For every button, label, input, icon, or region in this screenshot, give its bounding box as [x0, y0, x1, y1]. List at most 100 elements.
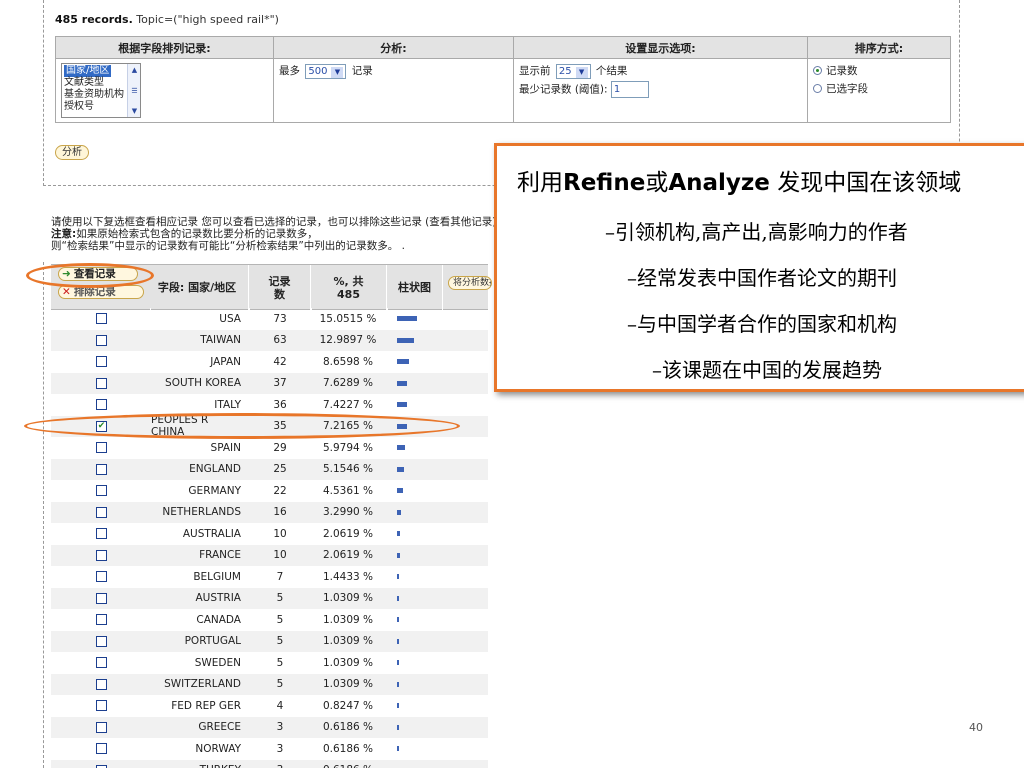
page-number: 40 — [969, 721, 983, 734]
row-checkbox[interactable] — [96, 334, 107, 346]
callout-title-analyze: Analyze — [668, 170, 770, 196]
row-checkbox[interactable] — [96, 549, 107, 561]
table-row: TAIWAN 63 12.9897 % — [51, 329, 488, 351]
options-table: 根据字段排列记录: 分析: 设置显示选项: 排序方式: 国家/地区 文献类型 基… — [55, 36, 951, 123]
results-rows: USA 73 15.0515 % TAIWAN 63 12.9897 % JAPAN 42 8.… — [51, 308, 488, 768]
row-record-count: 3 — [265, 760, 295, 768]
row-bar — [397, 746, 399, 752]
row-country-name: SPAIN — [210, 441, 241, 454]
row-record-count: 42 — [273, 355, 287, 368]
row-record-count: 5 — [276, 613, 284, 626]
row-checkbox[interactable] — [96, 356, 107, 367]
show-top-select[interactable]: 25 ▼ — [555, 63, 591, 79]
callout-box: 利用Refine或Analyze 发现中国在该领域 –引领机构,高产出,高影响力… — [494, 143, 1024, 392]
row-checkbox[interactable] — [96, 442, 107, 453]
row-record-count: 25 — [273, 463, 287, 476]
scroll-down-icon[interactable]: ▼ — [129, 106, 140, 117]
row-percent: 1.0309 % — [322, 635, 374, 648]
sort-cell: 记录数 已选字段 — [807, 58, 951, 123]
analyze-max-label: 最多 — [279, 65, 300, 77]
row-bar-cell — [397, 760, 399, 768]
row-record-count: 5 — [276, 656, 284, 669]
row-checkbox[interactable] — [96, 700, 107, 711]
row-country-name: SOUTH KOREA — [165, 377, 241, 390]
row-bar-cell — [397, 523, 400, 545]
view-records-highlight — [26, 263, 154, 288]
table-row: GERMANY 22 4.5361 % — [51, 480, 488, 502]
row-percent: 7.6289 % — [322, 377, 374, 390]
table-row: SOUTH KOREA 37 7.6289 % — [51, 372, 488, 394]
row-bar-cell — [397, 437, 405, 459]
row-record-count: 63 — [273, 334, 287, 347]
analyze-max-select[interactable]: 500 ▼ — [305, 63, 347, 79]
row-bar-cell — [397, 351, 409, 373]
row-record-count: 5 — [276, 592, 284, 605]
record-count: 485 records. — [55, 13, 133, 26]
save-analysis-button[interactable]: 将分析数据保存到文件 — [448, 276, 492, 290]
callout-item: –与中国学者合作的国家和机构 — [627, 312, 897, 336]
row-country-name: SWEDEN — [194, 656, 241, 669]
sort-by-count-label: 记录数 — [826, 65, 858, 77]
row-bar — [397, 681, 399, 687]
row-record-count: 3 — [276, 742, 284, 755]
row-percent: 8.6598 % — [322, 355, 374, 368]
table-row: SWITZERLAND 5 1.0309 % — [51, 673, 488, 695]
row-bar-cell — [397, 609, 399, 631]
row-checkbox[interactable] — [96, 528, 107, 539]
row-checkbox[interactable] — [96, 463, 107, 475]
row-country-name: GREECE — [198, 721, 241, 734]
row-percent: 0.6186 % — [322, 742, 374, 755]
row-checkbox[interactable] — [96, 592, 107, 604]
chevron-down-icon[interactable]: ▼ — [331, 66, 344, 78]
row-checkbox[interactable] — [96, 614, 107, 625]
scroll-up-icon[interactable]: ▲ — [129, 65, 140, 76]
listbox-scrollbar[interactable]: ▲ ☰ ▼ — [127, 64, 140, 117]
results-panel-border — [43, 262, 44, 768]
row-checkbox[interactable] — [96, 678, 107, 690]
row-checkbox[interactable] — [96, 721, 107, 733]
row-checkbox[interactable] — [96, 657, 107, 668]
row-checkbox[interactable] — [96, 313, 107, 324]
sort-by-count-radio[interactable] — [813, 66, 822, 75]
row-bar — [397, 445, 405, 451]
min-count-input[interactable]: 1 — [610, 80, 649, 98]
row-record-count: 16 — [273, 506, 287, 519]
header-field: 字段: 国家/地区 — [146, 265, 249, 310]
row-checkbox[interactable] — [96, 743, 107, 754]
table-row: FRANCE 10 2.0619 % — [51, 544, 488, 566]
chevron-down-icon[interactable]: ▼ — [575, 66, 588, 78]
row-bar — [397, 316, 417, 322]
analyze-cell: 最多 500 ▼ 记录 — [273, 58, 514, 123]
row-bar — [397, 574, 399, 580]
callout-title-prefix: 利用 — [517, 170, 563, 196]
row-bar — [397, 488, 403, 494]
row-country-name: CANADA — [196, 613, 241, 626]
row-country-name: PORTUGAL — [184, 635, 241, 648]
row-bar-cell — [397, 631, 399, 653]
row-bar-cell — [397, 566, 399, 588]
row-checkbox[interactable] — [96, 764, 107, 768]
table-row: FED REP GER 4 0.8247 % — [51, 695, 488, 717]
scroll-thumb-icon[interactable]: ☰ — [129, 86, 140, 97]
row-checkbox[interactable] — [96, 485, 107, 496]
row-checkbox[interactable] — [96, 635, 107, 647]
row-bar — [397, 359, 409, 365]
row-percent: 1.0309 % — [322, 613, 374, 626]
header-bar-chart: 柱状图 — [387, 265, 443, 310]
analyze-button[interactable]: 分析 — [55, 145, 89, 160]
field-listbox[interactable]: 国家/地区 文献类型 基金资助机构 授权号 ▲ ☰ ▼ — [61, 63, 141, 118]
row-country-name: USA — [219, 312, 241, 325]
row-checkbox[interactable] — [96, 571, 107, 582]
row-checkbox[interactable] — [96, 377, 107, 389]
row-checkbox[interactable] — [96, 506, 107, 518]
row-record-count: 4 — [276, 699, 284, 712]
header-percent: %, 共 485 — [311, 265, 387, 310]
callout-title-mid: 或 — [645, 170, 669, 196]
sort-by-field-radio[interactable] — [813, 84, 822, 93]
row-bar-cell — [397, 738, 399, 760]
table-row: SWEDEN 5 1.0309 % — [51, 652, 488, 674]
row-record-count: 5 — [276, 678, 284, 691]
field-option-country[interactable]: 国家/地区 — [64, 65, 112, 77]
row-bar — [397, 660, 399, 666]
row-checkbox[interactable] — [96, 399, 107, 410]
